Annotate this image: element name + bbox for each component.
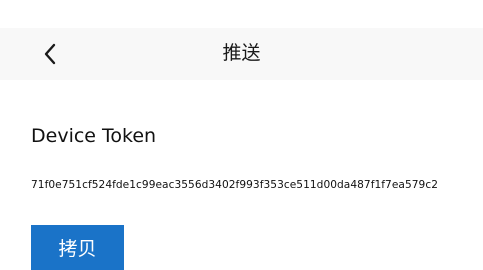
back-button[interactable] [32,36,68,72]
chevron-left-icon [44,43,56,65]
push-settings-screen: 推送 Device Token 71f0e751cf524fde1c99eac3… [0,0,483,270]
device-token-label: Device Token [31,125,157,147]
device-token-value: 71f0e751cf524fde1c99eac3556d3402f993f353… [31,179,438,191]
navigation-bar: 推送 [0,28,483,80]
page-title: 推送 [222,42,261,64]
copy-button[interactable]: 拷贝 [31,225,124,270]
